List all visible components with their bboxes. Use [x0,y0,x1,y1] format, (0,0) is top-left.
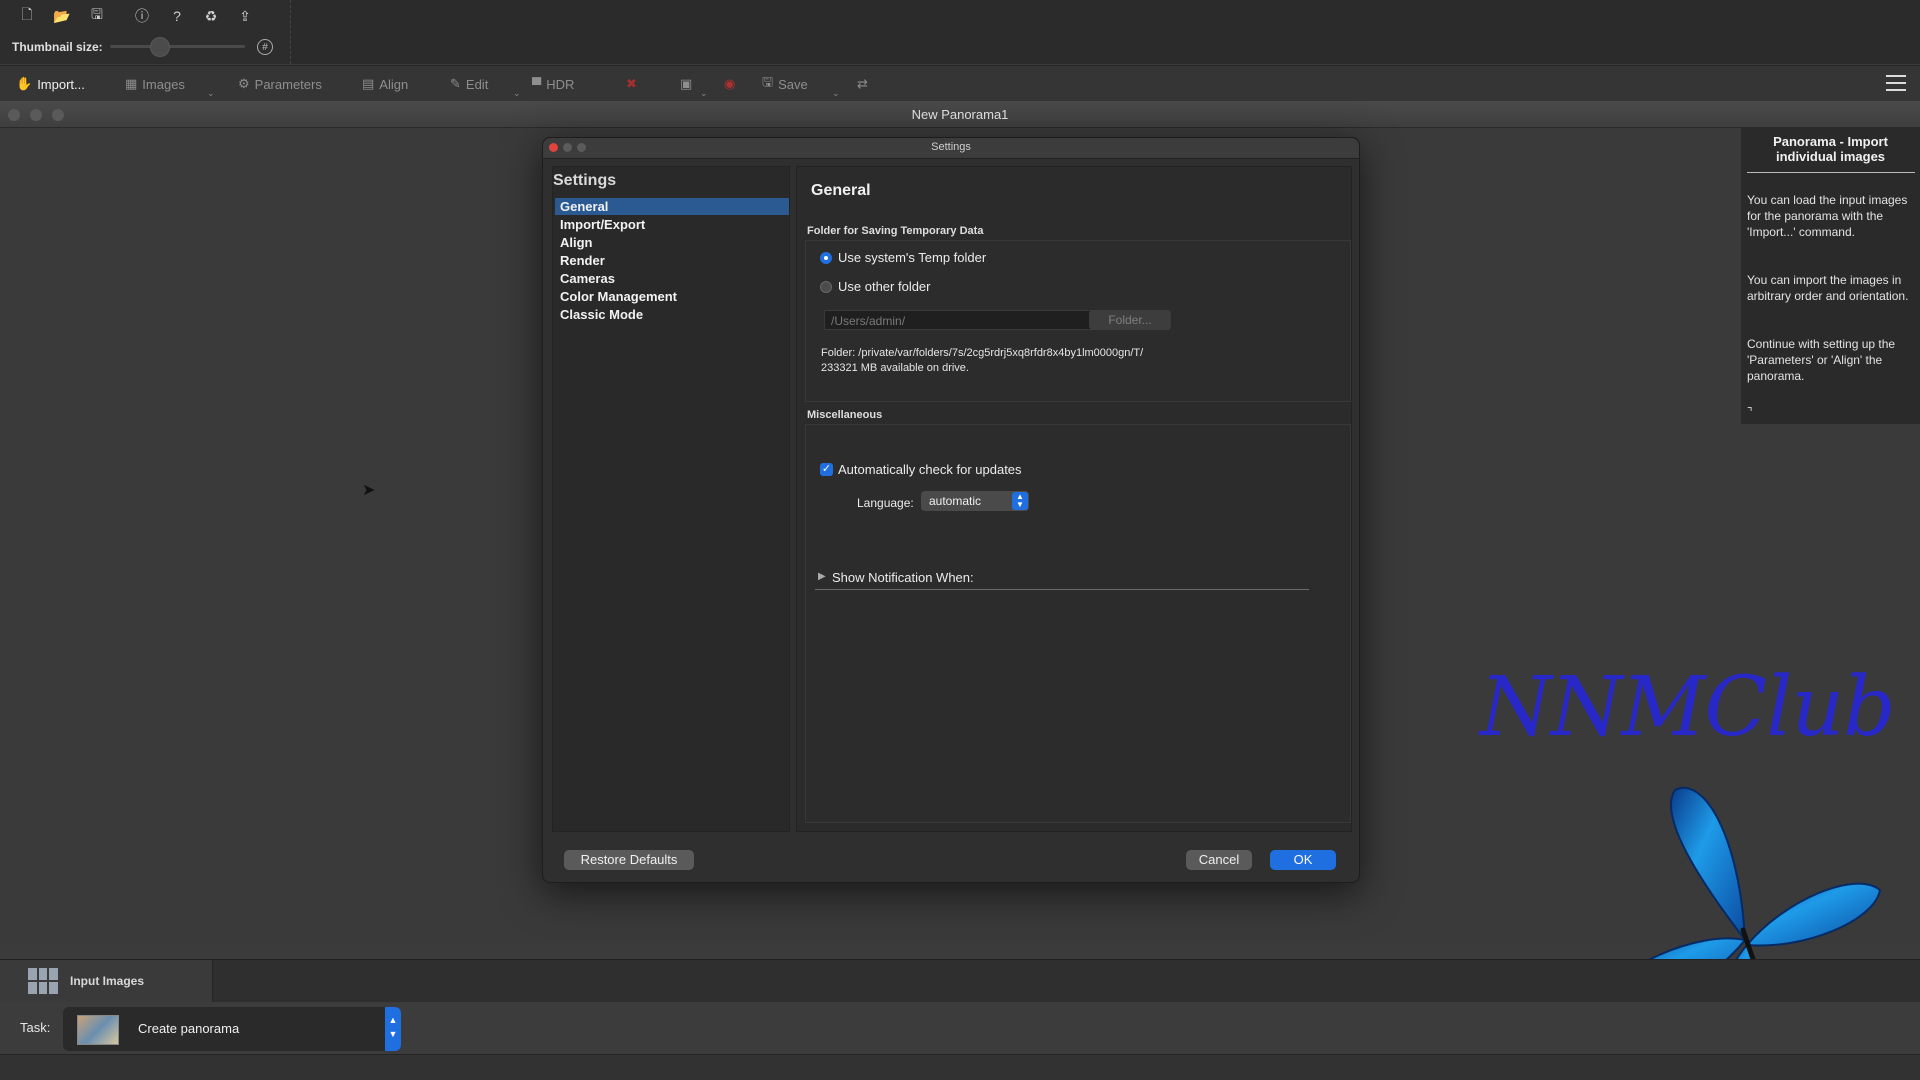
export-icon[interactable]: ⇪ [233,5,257,27]
disclosure-triangle-icon[interactable]: ▶ [818,571,826,582]
save-disk-icon[interactable]: 🖫 [85,5,109,27]
align-button[interactable]: ▤ Align [362,74,408,94]
edit-icon: ✎ [450,76,461,91]
task-value: Create panorama [138,1021,240,1036]
import-button[interactable]: ✋ Import... [16,74,85,94]
window-title: New Panorama1 [911,107,1009,122]
settings-dialog: Settings Settings General Import/Export … [542,137,1360,883]
notification-divider [815,589,1309,590]
show-notification-toggle[interactable]: Show Notification When: [832,570,974,585]
sidebar-item-import-export[interactable]: Import/Export [555,216,789,233]
menu-icon[interactable] [1886,73,1906,93]
misc-group-label: Miscellaneous [807,409,883,421]
thumbnail-reset-icon[interactable]: # [257,39,273,55]
select-arrows-icon: ▲ ▼ [1012,492,1028,510]
file-toolbar: 🗋 📂 🖫 ⓘ ? ♻ ⇪ Thumbnail size: # [0,0,291,64]
settings-sidebar: Settings General Import/Export Align Ren… [552,166,790,832]
dialog-titlebar: Settings [543,138,1359,159]
help-panel: Panorama - Import individual images You … [1741,128,1920,424]
save-icon: 🖫 [762,74,774,89]
settings-panel: General Folder for Saving Temporary Data… [796,166,1352,832]
top-toolbar: 🗋 📂 🖫 ⓘ ? ♻ ⇪ Thumbnail size: # [0,0,1920,64]
render-dropdown-chevron-icon[interactable]: ⌄ [700,88,708,99]
mouse-cursor-icon: ➤ [362,482,376,499]
auto-update-label: Automatically check for updates [838,462,1022,477]
disk-space-info: 233321 MB available on drive. [821,362,969,374]
images-button[interactable]: ▦ Images [125,74,185,94]
misc-group: ✓ Automatically check for updates Langua… [805,424,1351,823]
save-dropdown-chevron-icon[interactable]: ⌄ [832,88,840,99]
panel-title: General [811,182,871,199]
workflow-toolbar: ✋ Import... ▦ Images ⌄ ⚙ Parameters ▤ Al… [0,65,1920,102]
recycle-icon[interactable]: ♻ [199,5,223,27]
bottom-tab-bar: Input Images [0,959,1920,1003]
tab-input-images-label: Input Images [70,974,145,988]
parameters-icon: ⚙ [238,76,250,91]
align-icon: ▤ [362,76,375,91]
system-temp-label: Use system's Temp folder [838,250,987,265]
dialog-title: Settings [931,141,971,153]
open-folder-icon[interactable]: 📂 [50,5,74,27]
watermark-text: NNMClub [1480,660,1896,755]
restore-defaults-button[interactable]: Restore Defaults [564,850,694,870]
other-folder-label: Use other folder [838,279,931,294]
thumbnail-size-slider[interactable] [110,45,245,48]
task-select[interactable]: Create panorama ▲ ▼ [63,1007,401,1051]
window-titlebar: New Panorama1 [0,101,1920,128]
auto-update-checkbox[interactable]: ✓ [820,463,833,476]
grid-icon [28,968,58,994]
save-button[interactable]: 🖫 Save [762,74,808,94]
task-bar: Task: Create panorama ▲ ▼ [0,1002,1920,1055]
new-file-icon[interactable]: 🗋 [15,5,39,27]
language-value: automatic [929,494,982,508]
tab-input-images[interactable]: Input Images [0,960,213,1002]
task-label: Task: [20,1020,51,1035]
hdr-button[interactable]: ▀ HDR [532,74,574,94]
folder-button[interactable]: Folder... [1089,310,1171,330]
sidebar-item-render[interactable]: Render [555,252,789,269]
cancel-button[interactable]: Cancel [1186,850,1252,870]
other-folder-radio[interactable] [820,281,832,293]
record-icon[interactable]: ◉ [724,74,735,94]
thumbnail-size-knob[interactable] [150,37,170,57]
help-paragraph-2: You can import the images in arbitrary o… [1747,273,1909,303]
sidebar-item-color-management[interactable]: Color Management [555,288,789,305]
edit-dropdown-chevron-icon[interactable]: ⌄ [513,88,521,99]
system-temp-radio[interactable] [820,252,832,264]
temp-folder-group-label: Folder for Saving Temporary Data [807,225,984,237]
help-paragraph-3: Continue with setting up the 'Parameters… [1747,337,1896,383]
import-icon: ✋ [16,76,33,91]
panorama-thumbnail-icon [77,1015,119,1045]
sidebar-heading: Settings [553,172,617,189]
hdr-icon: ▀ [532,76,542,92]
language-label: Language: [857,496,914,510]
sidebar-item-general[interactable]: General [555,198,789,215]
stop-icon[interactable]: ✖ [626,74,637,94]
render-preview-icon[interactable]: ▣ [680,74,692,94]
folder-path-info: Folder: /private/var/folders/7s/2cg5rdrj… [821,347,1144,359]
help-paragraph-1: You can load the input images for the pa… [1747,193,1908,239]
info-icon[interactable]: ⓘ [130,5,154,27]
sidebar-item-align[interactable]: Align [555,234,789,251]
ok-button[interactable]: OK [1270,850,1336,870]
status-bar [0,1055,1920,1080]
images-icon: ▦ [125,76,138,91]
help-title: Panorama - Import individual images [1773,134,1888,164]
images-dropdown-chevron-icon[interactable]: ⌄ [207,88,215,99]
help-divider [1747,172,1915,173]
edit-button[interactable]: ✎ Edit [450,74,488,94]
sidebar-item-classic-mode[interactable]: Classic Mode [555,306,789,323]
help-icon[interactable]: ? [165,5,189,27]
parameters-button[interactable]: ⚙ Parameters [238,74,322,94]
select-arrows-icon: ▲ ▼ [385,1007,401,1051]
help-collapse-icon[interactable]: ⌝ [1747,405,1753,419]
temp-folder-group: Use system's Temp folder Use other folde… [805,240,1351,402]
share-icon[interactable]: ⇄ [857,74,868,94]
language-select[interactable]: automatic ▲ ▼ [921,491,1029,511]
thumbnail-size-label: Thumbnail size: [12,40,103,54]
sidebar-item-cameras[interactable]: Cameras [555,270,789,287]
